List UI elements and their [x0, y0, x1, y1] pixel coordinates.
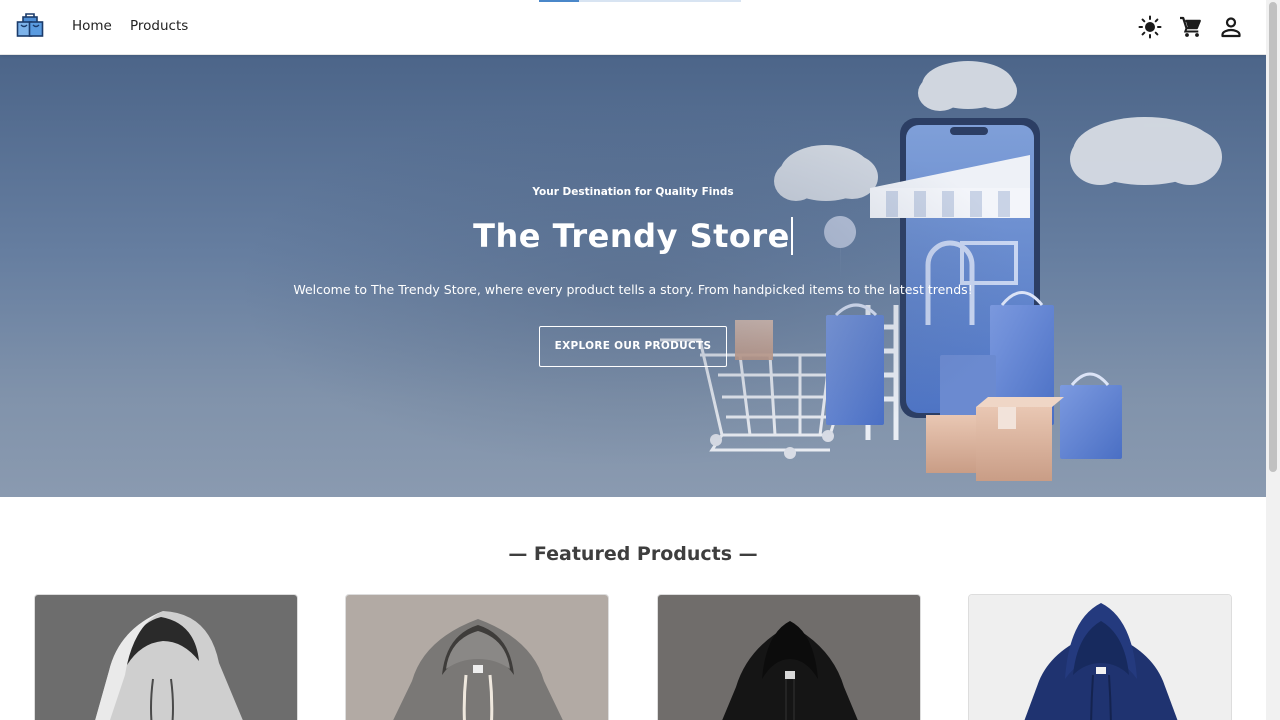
nav-products-link[interactable]: Products	[130, 18, 188, 34]
hero-title: The Trendy Store	[0, 217, 1266, 255]
black-hoodie-image	[658, 595, 920, 720]
explore-products-button[interactable]: EXPLORE OUR PRODUCTS	[539, 326, 727, 367]
hero-overlay	[0, 55, 1266, 497]
hero-banner: Your Destination for Quality Finds The T…	[0, 55, 1266, 497]
gray-hoodie-image	[346, 595, 608, 720]
hero-description: Welcome to The Trendy Store, where every…	[293, 282, 973, 297]
navy-hoodie-image	[969, 595, 1231, 720]
product-card-navy-hoodie[interactable]	[968, 594, 1232, 720]
nav-home-link[interactable]: Home	[72, 18, 112, 34]
product-card-black-hoodie[interactable]	[657, 594, 921, 720]
page-scrollbar[interactable]	[1266, 0, 1280, 720]
light-gray-hoodie-image	[35, 595, 297, 720]
cart-icon[interactable]	[1179, 15, 1203, 39]
top-navbar: Home Products	[0, 0, 1266, 55]
typing-caret	[790, 217, 793, 255]
theme-toggle-sun-icon[interactable]	[1138, 15, 1162, 39]
featured-products-heading: — Featured Products —	[508, 543, 758, 565]
page: Home Products Your Destination for Quali…	[0, 0, 1266, 720]
scrollbar-thumb[interactable]	[1269, 2, 1277, 472]
product-card-light-gray-hoodie[interactable]	[34, 594, 298, 720]
hero-title-text: The Trendy Store	[473, 217, 790, 255]
product-card-gray-hoodie[interactable]	[345, 594, 609, 720]
hero-kicker-text: Your Destination for Quality Finds	[532, 186, 734, 198]
loading-progress-fill	[539, 0, 580, 2]
user-icon[interactable]	[1219, 15, 1243, 39]
loading-progress-bar	[539, 0, 741, 2]
shopping-bags-logo[interactable]	[16, 11, 44, 39]
